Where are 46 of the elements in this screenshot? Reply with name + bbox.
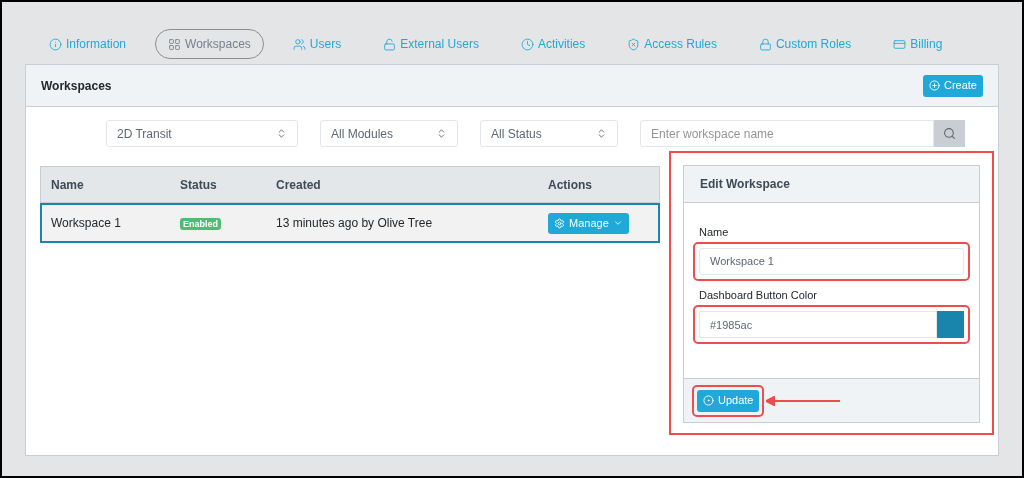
grid-icon bbox=[168, 37, 182, 51]
table-cell-text: Workspace 1 bbox=[50, 215, 122, 232]
users-icon bbox=[292, 37, 306, 51]
nav-tab[interactable]: Activities bbox=[507, 29, 599, 59]
name-field[interactable]: Workspace 1 bbox=[699, 247, 964, 275]
unlocked-padlock-icon bbox=[383, 37, 397, 51]
status-badge: Enabled bbox=[180, 218, 221, 230]
update-button[interactable]: Update bbox=[697, 389, 760, 412]
info-icon bbox=[49, 37, 62, 51]
create-button[interactable]: Create bbox=[922, 74, 983, 97]
filter-select[interactable]: All Status bbox=[480, 120, 618, 147]
table-cell-text: 13 minutes ago by Olive Tree bbox=[276, 215, 434, 232]
nav-tab[interactable]: Custom Roles bbox=[745, 29, 865, 59]
nav-tab[interactable]: Information bbox=[36, 29, 140, 59]
nav-tab[interactable]: Users bbox=[279, 29, 355, 59]
sort-arrows-icon bbox=[436, 128, 447, 139]
padlock-icon bbox=[758, 37, 772, 51]
column-header: Actions bbox=[548, 176, 593, 194]
credit-card-icon bbox=[893, 37, 907, 51]
nav-tab[interactable]: Access Rules bbox=[614, 29, 730, 59]
field-label: Name bbox=[699, 225, 730, 240]
column-header: Name bbox=[50, 176, 85, 194]
nav-tab[interactable]: External Users bbox=[370, 29, 492, 59]
card-title: Workspaces bbox=[41, 77, 112, 95]
panel-title: Edit Workspace bbox=[700, 176, 790, 193]
table-row[interactable]: Workspace 1 Enabled 13 minutes ago by Olive Tree Manage bbox=[40, 203, 660, 243]
shield-icon bbox=[627, 37, 641, 51]
manage-button[interactable]: Manage bbox=[548, 212, 629, 234]
color-swatch[interactable] bbox=[937, 311, 964, 338]
plus-icon bbox=[928, 80, 940, 91]
clock-icon bbox=[520, 37, 534, 51]
color-field[interactable]: #1985ac bbox=[699, 311, 937, 338]
sort-arrows-icon bbox=[276, 128, 287, 139]
search-field[interactable]: Enter workspace name bbox=[640, 120, 934, 147]
column-header: Created bbox=[276, 176, 322, 194]
nav-tab[interactable]: Billing bbox=[880, 29, 956, 59]
field-label: Dashboard Button Color bbox=[699, 287, 818, 303]
dot-circle-icon bbox=[703, 395, 714, 406]
gear-icon bbox=[554, 217, 565, 229]
caret-icon bbox=[612, 218, 623, 228]
filter-select[interactable]: 2D Transit bbox=[106, 120, 298, 147]
search-icon bbox=[943, 127, 956, 140]
filter-select[interactable]: All Modules bbox=[320, 120, 458, 147]
search-button[interactable] bbox=[934, 120, 965, 147]
column-header: Status bbox=[180, 176, 218, 194]
sort-arrows-icon bbox=[596, 128, 607, 139]
